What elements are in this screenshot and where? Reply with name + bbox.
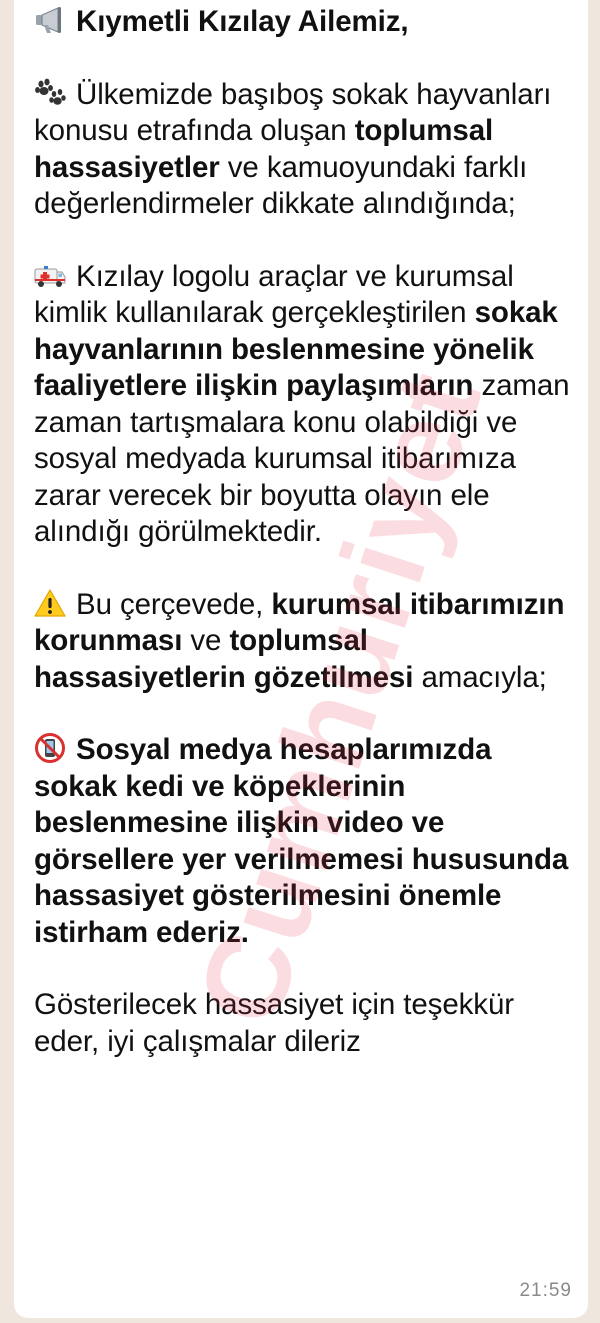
paragraph-5: Gösterilecek hassasiyet için teşekkür ed…	[34, 987, 570, 1060]
warning-icon	[34, 588, 66, 617]
ambulance-icon	[34, 265, 66, 287]
paragraph-3: Bu çerçevede, kurumsal itibarımızın koru…	[34, 587, 565, 694]
paragraph-1: Ülkemizde başıboş sokak hayvanları konus…	[34, 77, 552, 221]
paragraph-4: Sosyal medya hesaplarımızda sokak kedi v…	[34, 732, 570, 951]
no-mobile-phones-icon	[35, 733, 65, 763]
greeting-line: Kıymetli Kızılay Ailemiz,	[34, 4, 570, 41]
message-timestamp: 21:59	[519, 1280, 572, 1301]
paw-prints-icon	[35, 78, 66, 105]
megaphone-icon	[36, 7, 61, 33]
request-text: Sosyal medya hesaplarımızda sokak kedi v…	[34, 733, 569, 949]
message-bubble[interactable]: Kıymetli Kızılay Ailemiz, Ülkemizde başı…	[14, 0, 588, 1318]
closing-text: Gösterilecek hassasiyet için teşekkür ed…	[34, 988, 514, 1058]
paragraph-2: Kızılay logolu araçlar ve kurumsal kimli…	[34, 259, 570, 549]
greeting-text: Kıymetli Kızılay Ailemiz,	[76, 5, 409, 38]
